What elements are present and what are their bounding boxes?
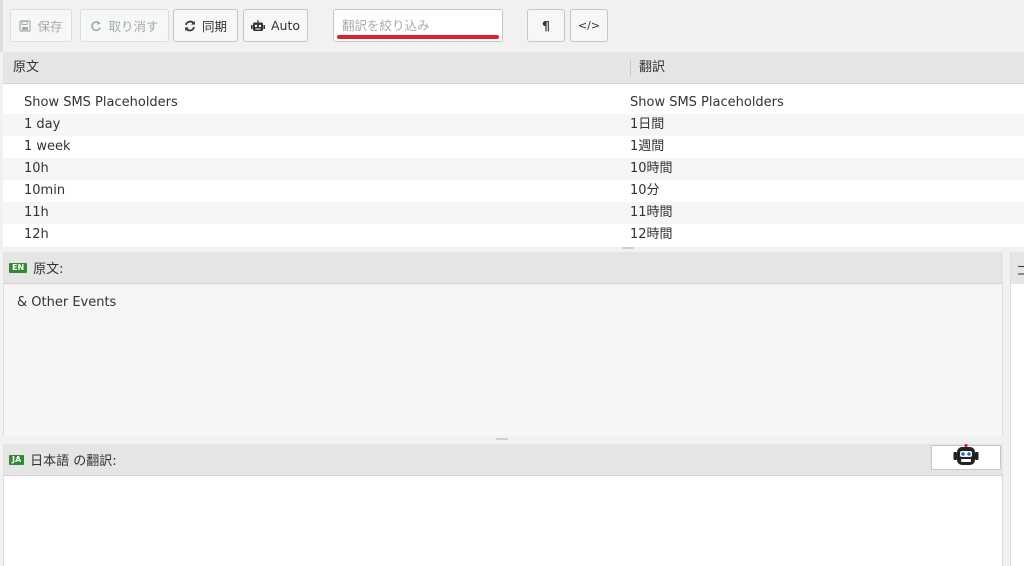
side-panel-header: コ bbox=[1011, 252, 1024, 284]
table-row[interactable]: 1 day 1日間 bbox=[3, 114, 1024, 136]
target-lang-badge: JA bbox=[9, 454, 25, 465]
sync-icon bbox=[184, 20, 196, 32]
table-row[interactable]: 11h 11時間 bbox=[3, 202, 1024, 224]
source-text: & Other Events bbox=[17, 295, 117, 310]
code-icon: </> bbox=[577, 19, 601, 32]
pilcrow-icon: ¶ bbox=[542, 18, 550, 33]
column-divider bbox=[630, 60, 631, 76]
table-row[interactable]: Show SMS Placeholders Show SMS Placehold… bbox=[3, 92, 1024, 114]
table-header: 原文 翻訳 bbox=[3, 52, 1024, 84]
source-panel-title: 原文: bbox=[33, 262, 64, 277]
invisibles-toggle-button[interactable]: ¶ bbox=[527, 9, 565, 42]
table-row[interactable]: 10h 10時間 bbox=[3, 158, 1024, 180]
source-cell: 10min bbox=[24, 183, 66, 198]
undo-button[interactable]: 取り消す bbox=[80, 9, 169, 42]
translation-cell: Show SMS Placeholders bbox=[630, 95, 784, 110]
table-resize-handle[interactable] bbox=[622, 247, 634, 249]
translation-cell: 10時間 bbox=[630, 161, 673, 176]
source-cell: 1 day bbox=[24, 117, 61, 132]
robot-icon bbox=[953, 443, 979, 472]
translation-cell: 10分 bbox=[630, 183, 660, 198]
undo-button-label: 取り消す bbox=[108, 19, 159, 34]
target-panel-title: 日本語 の翻訳: bbox=[30, 454, 117, 469]
source-cell: 10h bbox=[24, 161, 49, 176]
column-header-translation[interactable]: 翻訳 bbox=[639, 52, 665, 83]
save-button-label: 保存 bbox=[37, 19, 63, 34]
filter-input-underline bbox=[337, 35, 499, 39]
translation-cell: 12時間 bbox=[630, 227, 673, 242]
source-cell: 11h bbox=[24, 205, 49, 220]
column-header-source[interactable]: 原文 bbox=[13, 52, 39, 83]
translation-cell: 11時間 bbox=[630, 205, 673, 220]
auto-translate-button[interactable]: Auto bbox=[243, 9, 308, 42]
target-panel-header: JA 日本語 の翻訳: bbox=[3, 444, 1003, 476]
side-panel-header-glyph: コ bbox=[1016, 264, 1024, 279]
code-view-toggle-button[interactable]: </> bbox=[570, 9, 608, 42]
source-cell: Show SMS Placeholders bbox=[24, 95, 178, 110]
translation-editor[interactable] bbox=[3, 476, 1003, 566]
source-cell: 1 week bbox=[24, 139, 71, 154]
translation-cell: 1週間 bbox=[630, 139, 665, 154]
side-panel: コ bbox=[1010, 252, 1024, 566]
auto-button-label: Auto bbox=[270, 18, 301, 33]
source-cell: 12h bbox=[24, 227, 49, 242]
source-panel-header: EN 原文: bbox=[3, 252, 1003, 284]
sync-button[interactable]: 同期 bbox=[173, 9, 238, 42]
translation-cell: 1日間 bbox=[630, 117, 665, 132]
floppy-disk-icon bbox=[19, 19, 32, 32]
source-lang-badge: EN bbox=[9, 262, 28, 273]
source-text-panel: & Other Events bbox=[3, 285, 1003, 436]
toolbar: 保存 取り消す 同期 Auto ¶ </> bbox=[0, 0, 1024, 52]
robot-icon bbox=[250, 19, 265, 32]
table-row[interactable]: 10min 10分 bbox=[3, 180, 1024, 202]
save-button[interactable]: 保存 bbox=[10, 9, 72, 42]
translation-list: Show Email Placeholders Show Email Place… bbox=[3, 52, 1024, 247]
sync-button-label: 同期 bbox=[201, 19, 227, 34]
table-row[interactable]: 12h 12時間 bbox=[3, 224, 1024, 246]
panel-resize-handle[interactable] bbox=[496, 438, 508, 440]
machine-translate-button[interactable] bbox=[931, 443, 1001, 472]
undo-icon bbox=[90, 20, 102, 32]
table-row[interactable]: 1 week 1週間 bbox=[3, 136, 1024, 158]
